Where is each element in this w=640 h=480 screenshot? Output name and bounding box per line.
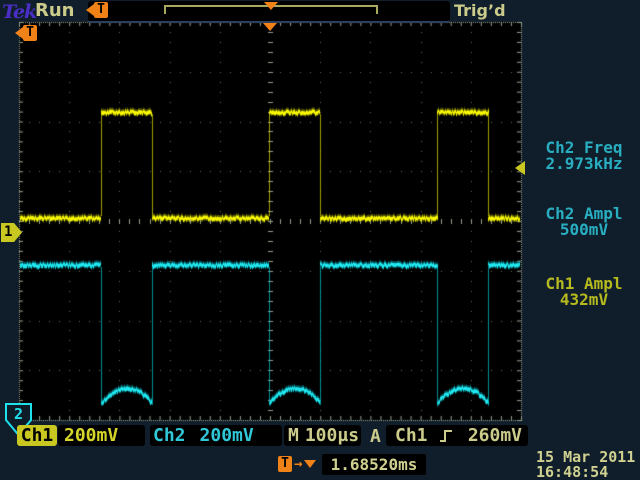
svg-text:2: 2 xyxy=(14,405,23,423)
offscreen-trigger-indicator: T xyxy=(15,25,37,41)
trigger-position-readout: 1.68520ms xyxy=(322,454,426,475)
trigger-segment: Ch1 260mV xyxy=(386,425,528,446)
oscilloscope-screen: Tek Run T Trig’d T 1 2 Ch2 Freq 2.973kHz… xyxy=(0,0,640,480)
timebase-label: M xyxy=(288,425,299,446)
horizontal-trigger-position-icon xyxy=(263,23,277,31)
left-arrow-icon xyxy=(86,4,94,16)
trigger-t-icon: T xyxy=(94,2,108,18)
record-trigger-marker-icon xyxy=(264,2,278,10)
trigger-position-icon: T xyxy=(86,2,108,18)
time-value: 16:48:54 xyxy=(536,465,635,480)
measurement-ch2-freq: Ch2 Freq 2.973kHz xyxy=(528,140,640,172)
ch1-scale-value: 200mV xyxy=(64,425,118,446)
left-arrow-icon xyxy=(15,27,23,39)
bracket-left-cap xyxy=(164,5,166,14)
trigger-t-icon: T xyxy=(278,456,292,472)
ch1-scale-badge: Ch1 xyxy=(17,425,57,446)
trigger-source: Ch1 xyxy=(395,425,428,446)
tek-logo: Tek xyxy=(2,1,36,23)
timebase-segment: M 100µs xyxy=(284,425,361,446)
ch2-scale-segment: Ch2 200mV xyxy=(150,425,282,446)
graticule-and-waveforms xyxy=(0,0,640,480)
measurement-value: 432mV xyxy=(528,292,640,308)
bracket-right-cap xyxy=(376,5,378,14)
trigger-delay-icon: T → xyxy=(278,456,316,472)
measurement-value: 500mV xyxy=(528,222,640,238)
acquire-mode-label: A xyxy=(370,426,381,447)
ch2-label: Ch2 xyxy=(153,425,186,446)
measurement-value: 2.973kHz xyxy=(528,156,640,172)
trigger-status: Trig’d xyxy=(454,1,506,20)
ch1-scale-segment: 200mV xyxy=(58,425,145,446)
trigger-t-icon: T xyxy=(23,25,37,41)
acquisition-state: Run xyxy=(35,0,75,21)
ch2-scale-value: 200mV xyxy=(200,425,254,446)
measurement-ch1-ampl: Ch1 Ampl 432mV xyxy=(528,276,640,308)
right-arrow-icon: → xyxy=(294,456,302,472)
trigger-level-arrow-icon xyxy=(515,161,525,175)
datetime-readout: 15 Mar 2011 16:48:54 xyxy=(536,450,635,480)
measurement-ch2-ampl: Ch2 Ampl 500mV xyxy=(528,206,640,238)
down-triangle-icon xyxy=(304,460,316,468)
timebase-value: 100µs xyxy=(305,425,359,446)
rising-edge-icon xyxy=(438,428,454,444)
trigger-level-value: 260mV xyxy=(468,425,522,446)
